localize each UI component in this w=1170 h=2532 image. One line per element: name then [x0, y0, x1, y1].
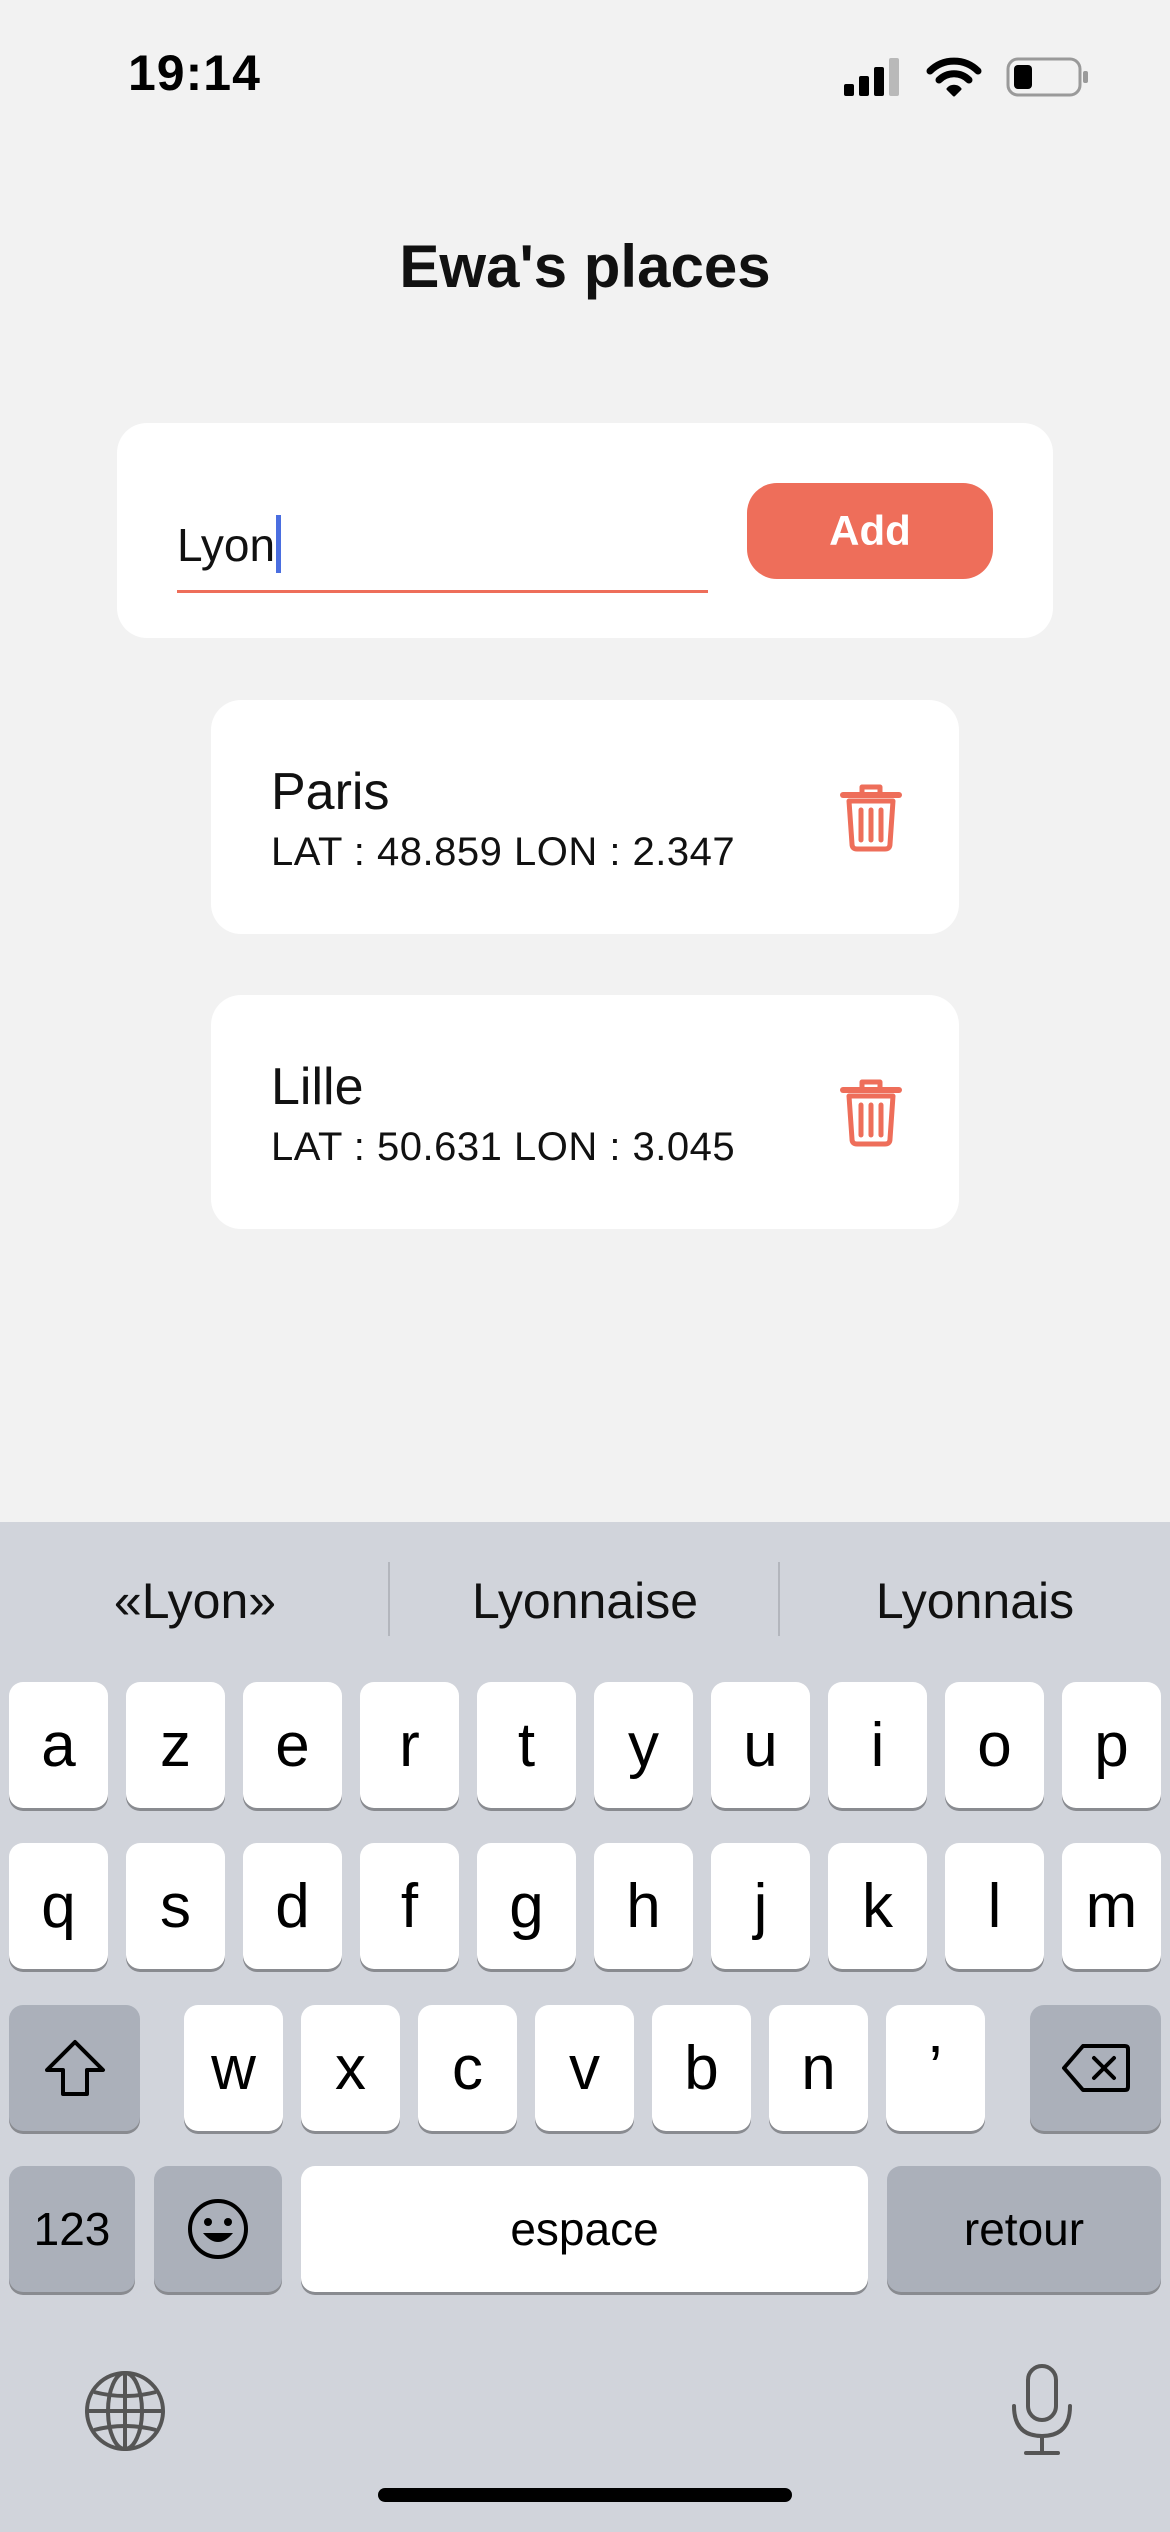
key-x[interactable]: x	[301, 2005, 400, 2131]
key-g[interactable]: g	[477, 1843, 576, 1969]
trash-icon	[840, 784, 902, 852]
key-j[interactable]: j	[711, 1843, 810, 1969]
key-l[interactable]: l	[945, 1843, 1044, 1969]
add-button[interactable]: Add	[747, 483, 993, 579]
key-n[interactable]: n	[769, 2005, 868, 2131]
key-o[interactable]: o	[945, 1682, 1044, 1808]
key-v[interactable]: v	[535, 2005, 634, 2131]
key-e[interactable]: e	[243, 1682, 342, 1808]
status-time: 19:14	[128, 45, 261, 101]
suggestion-item[interactable]: Lyonnais	[780, 1522, 1170, 1680]
key-y[interactable]: y	[594, 1682, 693, 1808]
key-h[interactable]: h	[594, 1843, 693, 1969]
key-t[interactable]: t	[477, 1682, 576, 1808]
place-card: Lille LAT : 50.631 LON : 3.045	[211, 995, 959, 1229]
keyboard: «Lyon» Lyonnaise Lyonnais a z e r t y u …	[0, 1522, 1170, 2532]
place-coordinates: LAT : 48.859 LON : 2.347	[271, 830, 736, 874]
emoji-key[interactable]	[154, 2166, 282, 2292]
city-input[interactable]	[177, 503, 708, 587]
place-name: Lille	[271, 1058, 364, 1116]
microphone-icon	[1012, 2364, 1072, 2455]
key-s[interactable]: s	[126, 1843, 225, 1969]
backspace-key[interactable]	[1030, 2005, 1161, 2131]
globe-button[interactable]	[82, 2368, 168, 2454]
wifi-icon	[926, 57, 982, 97]
suggestion-item[interactable]: Lyonnaise	[390, 1522, 780, 1680]
status-bar: 19:14	[0, 0, 1170, 150]
shift-icon	[44, 2040, 105, 2096]
battery-icon	[1006, 57, 1088, 97]
key-r[interactable]: r	[360, 1682, 459, 1808]
key-f[interactable]: f	[360, 1843, 459, 1969]
dictation-button[interactable]	[1006, 2362, 1078, 2458]
key-m[interactable]: m	[1062, 1843, 1161, 1969]
key-u[interactable]: u	[711, 1682, 810, 1808]
suggestion-item[interactable]: «Lyon»	[0, 1522, 390, 1680]
place-card: Paris LAT : 48.859 LON : 2.347	[211, 700, 959, 934]
key-z[interactable]: z	[126, 1682, 225, 1808]
key-a[interactable]: a	[9, 1682, 108, 1808]
numbers-key[interactable]: 123	[9, 2166, 135, 2292]
key-d[interactable]: d	[243, 1843, 342, 1969]
home-indicator	[378, 2488, 792, 2502]
return-key[interactable]: retour	[887, 2166, 1161, 2292]
page-title: Ewa's places	[399, 233, 771, 300]
key-c[interactable]: c	[418, 2005, 517, 2131]
key-p[interactable]: p	[1062, 1682, 1161, 1808]
text-cursor	[276, 515, 282, 573]
space-key[interactable]: espace	[301, 2166, 868, 2292]
key-b[interactable]: b	[652, 2005, 751, 2131]
city-input-wrapper	[177, 503, 708, 593]
backspace-icon	[1061, 2044, 1130, 2092]
delete-button[interactable]	[831, 778, 911, 858]
key-apostrophe[interactable]: ’	[886, 2005, 985, 2131]
shift-key[interactable]	[9, 2005, 140, 2131]
emoji-icon	[188, 2199, 248, 2259]
place-name: Paris	[271, 763, 390, 821]
key-w[interactable]: w	[184, 2005, 283, 2131]
key-k[interactable]: k	[828, 1843, 927, 1969]
place-coordinates: LAT : 50.631 LON : 3.045	[271, 1125, 736, 1169]
globe-icon	[85, 2371, 165, 2451]
cellular-signal-icon	[844, 58, 899, 96]
suggestion-bar: «Lyon» Lyonnaise Lyonnais	[0, 1522, 1170, 1680]
key-q[interactable]: q	[9, 1843, 108, 1969]
add-place-card: Add	[117, 423, 1053, 638]
delete-button[interactable]	[831, 1073, 911, 1153]
key-i[interactable]: i	[828, 1682, 927, 1808]
trash-icon	[840, 1079, 902, 1147]
status-icons	[844, 52, 1090, 102]
